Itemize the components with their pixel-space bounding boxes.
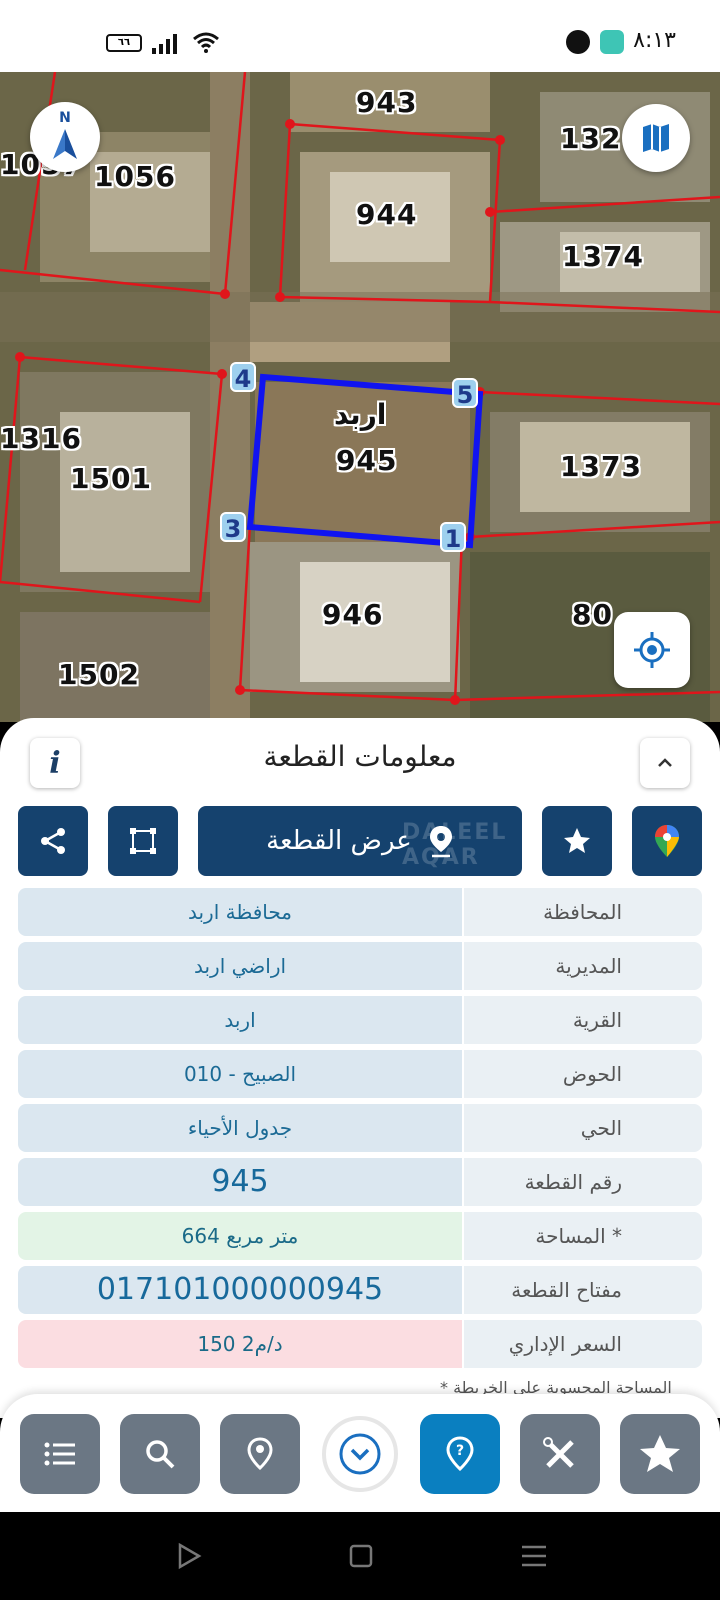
corner-marker[interactable]: 3 (220, 512, 246, 543)
back-triangle-icon[interactable] (176, 1542, 202, 1570)
battery-icon: ٦٦ (106, 34, 142, 52)
star-icon (564, 828, 590, 853)
clock: ٨:١٣ (633, 28, 676, 53)
plot-label[interactable]: 1373 (560, 450, 642, 483)
detail-row: الصبيح - 010 الحوض (18, 1050, 702, 1098)
detail-label: السعر الإداري (464, 1320, 702, 1368)
info-icon: i (49, 745, 61, 781)
recents-menu-icon[interactable] (520, 1543, 548, 1569)
selected-plot-name: اربد (334, 398, 387, 431)
my-location-button[interactable] (614, 612, 690, 688)
wifi-icon (193, 32, 219, 53)
north-label: N (59, 110, 71, 126)
detail-label: الحوض (464, 1050, 702, 1098)
detail-value: اربد (18, 996, 462, 1044)
location-pin-button[interactable] (220, 1414, 300, 1494)
list-button[interactable] (20, 1414, 100, 1494)
bottom-navigation: ? (0, 1394, 720, 1512)
detail-label: رقم القطعة (464, 1158, 702, 1206)
area-value: 664 متر مربع (18, 1212, 462, 1260)
search-button[interactable] (120, 1414, 200, 1494)
satellite-map[interactable]: 943 1056 1057 132 944 1374 1316 1501 137… (0, 72, 720, 722)
admin-price-value: 150 د/م2 (18, 1320, 462, 1368)
detail-label: الحي (464, 1104, 702, 1152)
plot-key-value[interactable]: 017101000000945 (18, 1266, 462, 1314)
detail-value: الصبيح - 010 (18, 1050, 462, 1098)
signal-icon (152, 32, 177, 54)
system-navigation-bar (0, 1512, 720, 1600)
favorites-button[interactable] (620, 1414, 700, 1494)
plot-number-value: 945 (18, 1158, 462, 1206)
chevron-down-icon (339, 1433, 381, 1475)
star-icon (640, 1435, 680, 1472)
list-icon (44, 1442, 75, 1466)
map-layers-button[interactable] (622, 104, 690, 172)
detail-label: المحافظة (464, 888, 702, 936)
plot-label[interactable]: 944 (356, 198, 417, 231)
detail-row: 150 د/م2 السعر الإداري (18, 1320, 702, 1368)
expand-toggle-button[interactable] (322, 1416, 398, 1492)
detail-label: المساحة * (464, 1212, 702, 1260)
sheet-title: معلومات القطعة (263, 740, 457, 773)
north-arrow-icon (53, 129, 77, 159)
detail-row: جدول الأحياء الحي (18, 1104, 702, 1152)
corner-marker[interactable]: 1 (440, 522, 466, 553)
plot-label[interactable]: 1501 (70, 462, 152, 495)
detail-row: 664 متر مربع المساحة * (18, 1212, 702, 1260)
plot-label[interactable]: 1502 (58, 658, 140, 691)
show-plot-label: عرض القطعة (266, 826, 412, 856)
search-icon (146, 1440, 175, 1469)
info-button[interactable]: i (30, 738, 80, 788)
google-maps-icon (655, 825, 679, 857)
location-pin-icon (429, 826, 452, 858)
detail-row: 017101000000945 مفتاح القطعة (18, 1266, 702, 1314)
my-location-icon (634, 632, 670, 668)
tools-icon (543, 1437, 574, 1468)
detail-row: محافظة اربد المحافظة (18, 888, 702, 936)
action-row: DALEEL AQAR عرض القطعة (0, 806, 720, 876)
detail-value: جدول الأحياء (18, 1104, 462, 1152)
plot-details-table: محافظة اربد المحافظة اراضي اربد المديرية… (18, 888, 702, 1374)
plot-info-sheet: i معلومات القطعة DALEEL AQAR عرض القطعة (0, 718, 720, 1418)
detail-label: المديرية (464, 942, 702, 990)
plot-label[interactable]: 943 (356, 86, 417, 119)
watermark: DALEEL AQAR (402, 820, 508, 870)
detail-row: اراضي اربد المديرية (18, 942, 702, 990)
google-maps-button[interactable] (632, 806, 702, 876)
plot-label[interactable]: 1056 (94, 160, 176, 193)
corner-marker[interactable]: 4 (230, 362, 256, 393)
share-button[interactable] (18, 806, 88, 876)
plot-label[interactable]: 132 (560, 122, 621, 155)
favorite-button[interactable] (542, 806, 612, 876)
detail-value: اراضي اربد (18, 942, 462, 990)
plot-label[interactable]: 80 (572, 598, 613, 631)
detail-row: 945 رقم القطعة (18, 1158, 702, 1206)
detail-row: اربد القرية (18, 996, 702, 1044)
chevron-up-icon (658, 758, 672, 767)
plot-label[interactable]: 946 (322, 598, 383, 631)
selected-plot-number[interactable]: 945 (336, 444, 397, 477)
tools-button[interactable] (520, 1414, 600, 1494)
help-pin-icon: ? (446, 1436, 474, 1472)
detail-label: مفتاح القطعة (464, 1266, 702, 1314)
corner-marker[interactable]: 5 (452, 378, 478, 409)
messenger-icon (566, 30, 590, 54)
location-pin-icon (247, 1437, 273, 1471)
plot-label[interactable]: 1316 (0, 422, 82, 455)
svg-text:?: ? (456, 1443, 464, 1459)
detail-value: محافظة اربد (18, 888, 462, 936)
home-square-icon[interactable] (348, 1543, 374, 1569)
plot-label[interactable]: 1374 (562, 240, 644, 273)
collapse-button[interactable] (640, 738, 690, 788)
help-pin-button[interactable]: ? (420, 1414, 500, 1494)
detail-label: القرية (464, 996, 702, 1044)
show-plot-button[interactable]: DALEEL AQAR عرض القطعة (198, 806, 522, 876)
map-layers-icon (643, 124, 669, 152)
polygon-button[interactable] (108, 806, 178, 876)
north-arrow-button[interactable]: N (30, 102, 100, 172)
share-icon (41, 828, 65, 854)
polygon-icon (130, 828, 156, 854)
app-notification-icon (600, 30, 624, 54)
status-bar: ٦٦ ٨:١٣ (0, 0, 720, 72)
